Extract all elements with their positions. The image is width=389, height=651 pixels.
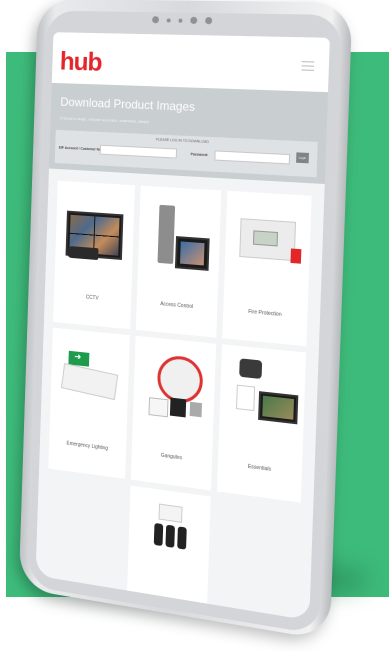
site-header: hub	[51, 32, 330, 93]
emergency-light-icon	[57, 336, 122, 431]
category-card-fire-protection[interactable]: Fire Protection	[222, 190, 312, 347]
page-title: Download Product Images	[60, 94, 196, 114]
category-label: Emergency Lighting	[66, 440, 109, 452]
camera-icon	[152, 16, 160, 24]
sensor-icon	[166, 17, 171, 23]
cctv-icon	[62, 189, 127, 282]
password-label: Password:	[190, 152, 209, 158]
essentials-icon	[227, 353, 299, 453]
gangutes-icon	[140, 345, 208, 442]
account-label: EIF Account / Customer No:	[58, 145, 103, 152]
account-input[interactable]	[99, 144, 178, 159]
tablet-device: hub Download Product Images Choose a ran…	[3, 0, 389, 645]
camera-icon	[190, 16, 198, 24]
remote-fob-icon	[135, 495, 203, 595]
product-grid-area: CCTV Access Control Fire Protection ➜ Em…	[35, 168, 325, 621]
fire-panel-icon	[232, 199, 303, 296]
category-card-cctv[interactable]: CCTV	[53, 180, 135, 330]
camera-icon	[205, 17, 213, 25]
category-card-gangutes[interactable]: Gangutes	[130, 335, 217, 491]
category-label: Gangutes	[160, 452, 183, 462]
access-control-icon	[145, 194, 213, 289]
password-input[interactable]	[214, 150, 291, 165]
category-label: Access Control	[160, 301, 194, 311]
menu-icon[interactable]	[301, 58, 315, 74]
category-card-emergency-lighting[interactable]: Emergency Lighting	[48, 327, 130, 479]
category-label: Essentials	[247, 463, 272, 473]
category-card-access-control[interactable]: Access Control	[135, 185, 222, 338]
camera-bar	[152, 16, 213, 25]
category-label: CCTV	[85, 294, 99, 302]
product-grid: CCTV Access Control Fire Protection ➜ Em…	[43, 180, 313, 621]
page-subtitle: Choose a range, choose a product, downlo…	[59, 115, 151, 125]
login-button[interactable]: Login	[296, 152, 309, 164]
hub-logo[interactable]: hub	[59, 46, 102, 77]
sensor-icon	[178, 18, 183, 23]
category-card-essentials[interactable]: Essentials	[216, 344, 307, 503]
tablet-screen: hub Download Product Images Choose a ran…	[35, 32, 330, 621]
hero-banner: Download Product Images Choose a range, …	[48, 82, 328, 185]
category-label: Fire Protection	[248, 308, 282, 319]
